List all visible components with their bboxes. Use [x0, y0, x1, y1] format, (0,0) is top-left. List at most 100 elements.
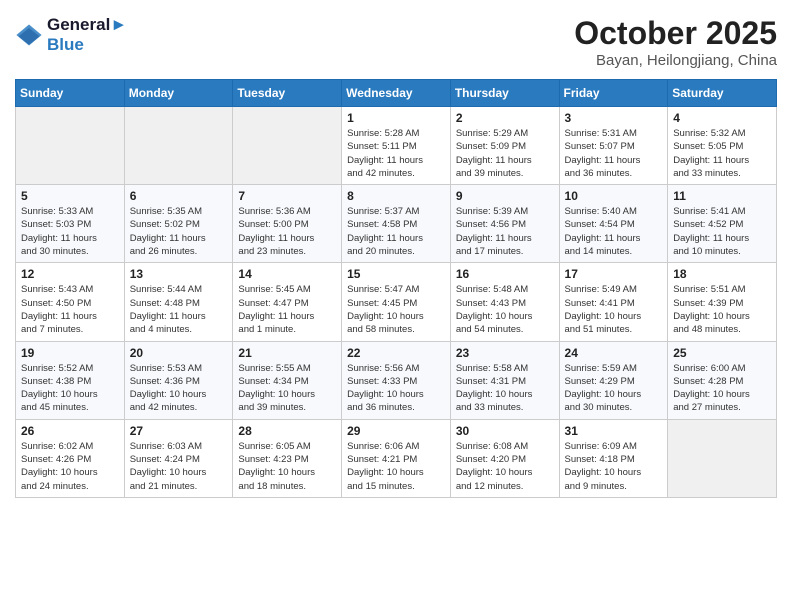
calendar-cell: 19 Sunrise: 5:52 AM Sunset: 4:38 PM Dayli… [16, 341, 125, 419]
calendar-cell: 9Sunrise: 5:39 AM Sunset: 4:56 PM Daylig… [450, 185, 559, 263]
title-area: October 2025 Bayan, Heilongjiang, China [574, 15, 777, 69]
day-header-saturday: Saturday [668, 80, 777, 107]
day-number: 16 [456, 267, 554, 281]
day-info: Sunrise: 5:28 AM Sunset: 5:11 PM Dayligh… [347, 127, 445, 180]
calendar-cell: 17 Sunrise: 5:49 AM Sunset: 4:41 PM Dayli… [559, 263, 668, 341]
day-number: 3 [565, 111, 663, 125]
day-number: 29 [347, 424, 445, 438]
day-number: 23 [456, 346, 554, 360]
day-info: Sunrise: 6:08 AM Sunset: 4:20 PM Dayligh… [456, 440, 554, 493]
day-number: 6 [130, 189, 228, 203]
day-info: Sunrise: 6:00 AM Sunset: 4:28 PM Dayligh… [673, 362, 771, 415]
day-number: 10 [565, 189, 663, 203]
calendar-cell [233, 107, 342, 185]
day-number: 4 [673, 111, 771, 125]
day-info: Sunrise: 5:47 AM Sunset: 4:45 PM Dayligh… [347, 283, 445, 336]
day-number: 8 [347, 189, 445, 203]
day-number: 9 [456, 189, 554, 203]
calendar-cell: 27 Sunrise: 6:03 AM Sunset: 4:24 PM Dayli… [124, 419, 233, 497]
day-number: 27 [130, 424, 228, 438]
calendar-cell: 4 Sunrise: 5:32 AM Sunset: 5:05 PM Daylig… [668, 107, 777, 185]
calendar-cell: 3 Sunrise: 5:31 AM Sunset: 5:07 PM Daylig… [559, 107, 668, 185]
day-number: 13 [130, 267, 228, 281]
day-number: 17 [565, 267, 663, 281]
day-info: Sunrise: 5:49 AM Sunset: 4:41 PM Dayligh… [565, 283, 663, 336]
day-info: Sunrise: 6:09 AM Sunset: 4:18 PM Dayligh… [565, 440, 663, 493]
calendar-cell: 24 Sunrise: 5:59 AM Sunset: 4:29 PM Dayli… [559, 341, 668, 419]
day-info: Sunrise: 5:37 AM Sunset: 4:58 PM Dayligh… [347, 205, 445, 258]
day-number: 28 [238, 424, 336, 438]
week-row-5: 26 Sunrise: 6:02 AM Sunset: 4:26 PM Dayli… [16, 419, 777, 497]
day-number: 24 [565, 346, 663, 360]
calendar-cell: 8 Sunrise: 5:37 AM Sunset: 4:58 PM Daylig… [342, 185, 451, 263]
day-info: Sunrise: 6:03 AM Sunset: 4:24 PM Dayligh… [130, 440, 228, 493]
day-number: 22 [347, 346, 445, 360]
calendar-body: 1 Sunrise: 5:28 AM Sunset: 5:11 PM Daylig… [16, 107, 777, 498]
logo-icon [15, 21, 43, 49]
calendar-cell: 7 Sunrise: 5:36 AM Sunset: 5:00 PM Daylig… [233, 185, 342, 263]
calendar-cell: 26 Sunrise: 6:02 AM Sunset: 4:26 PM Dayli… [16, 419, 125, 497]
day-info: Sunrise: 5:32 AM Sunset: 5:05 PM Dayligh… [673, 127, 771, 180]
day-info: Sunrise: 6:05 AM Sunset: 4:23 PM Dayligh… [238, 440, 336, 493]
day-info: Sunrise: 6:02 AM Sunset: 4:26 PM Dayligh… [21, 440, 119, 493]
day-number: 14 [238, 267, 336, 281]
day-info: Sunrise: 5:33 AM Sunset: 5:03 PM Dayligh… [21, 205, 119, 258]
calendar-cell: 20Sunrise: 5:53 AM Sunset: 4:36 PM Dayli… [124, 341, 233, 419]
calendar-cell: 5 Sunrise: 5:33 AM Sunset: 5:03 PM Daylig… [16, 185, 125, 263]
day-info: Sunrise: 5:52 AM Sunset: 4:38 PM Dayligh… [21, 362, 119, 415]
day-info: Sunrise: 5:40 AM Sunset: 4:54 PM Dayligh… [565, 205, 663, 258]
day-info: Sunrise: 5:48 AM Sunset: 4:43 PM Dayligh… [456, 283, 554, 336]
calendar-cell: 14 Sunrise: 5:45 AM Sunset: 4:47 PM Dayli… [233, 263, 342, 341]
calendar-cell: 29Sunrise: 6:06 AM Sunset: 4:21 PM Dayli… [342, 419, 451, 497]
calendar-cell: 13Sunrise: 5:44 AM Sunset: 4:48 PM Dayli… [124, 263, 233, 341]
day-number: 15 [347, 267, 445, 281]
day-info: Sunrise: 5:59 AM Sunset: 4:29 PM Dayligh… [565, 362, 663, 415]
day-info: Sunrise: 5:51 AM Sunset: 4:39 PM Dayligh… [673, 283, 771, 336]
week-row-2: 5 Sunrise: 5:33 AM Sunset: 5:03 PM Daylig… [16, 185, 777, 263]
location-subtitle: Bayan, Heilongjiang, China [574, 52, 777, 69]
day-number: 5 [21, 189, 119, 203]
calendar-cell: 28 Sunrise: 6:05 AM Sunset: 4:23 PM Dayli… [233, 419, 342, 497]
day-info: Sunrise: 5:55 AM Sunset: 4:34 PM Dayligh… [238, 362, 336, 415]
week-row-4: 19 Sunrise: 5:52 AM Sunset: 4:38 PM Dayli… [16, 341, 777, 419]
day-header-wednesday: Wednesday [342, 80, 451, 107]
calendar-cell: 12Sunrise: 5:43 AM Sunset: 4:50 PM Dayli… [16, 263, 125, 341]
calendar-cell: 30 Sunrise: 6:08 AM Sunset: 4:20 PM Dayli… [450, 419, 559, 497]
day-header-thursday: Thursday [450, 80, 559, 107]
day-header-friday: Friday [559, 80, 668, 107]
calendar-cell: 31 Sunrise: 6:09 AM Sunset: 4:18 PM Dayli… [559, 419, 668, 497]
logo-text: General► Blue [47, 15, 127, 55]
day-number: 26 [21, 424, 119, 438]
calendar-cell: 23Sunrise: 5:58 AM Sunset: 4:31 PM Dayli… [450, 341, 559, 419]
week-row-3: 12Sunrise: 5:43 AM Sunset: 4:50 PM Dayli… [16, 263, 777, 341]
day-number: 25 [673, 346, 771, 360]
day-info: Sunrise: 5:31 AM Sunset: 5:07 PM Dayligh… [565, 127, 663, 180]
calendar-cell: 2Sunrise: 5:29 AM Sunset: 5:09 PM Daylig… [450, 107, 559, 185]
day-header-tuesday: Tuesday [233, 80, 342, 107]
day-info: Sunrise: 5:41 AM Sunset: 4:52 PM Dayligh… [673, 205, 771, 258]
day-number: 21 [238, 346, 336, 360]
calendar-cell: 22Sunrise: 5:56 AM Sunset: 4:33 PM Dayli… [342, 341, 451, 419]
calendar-cell: 21 Sunrise: 5:55 AM Sunset: 4:34 PM Dayli… [233, 341, 342, 419]
calendar-cell: 16 Sunrise: 5:48 AM Sunset: 4:43 PM Dayli… [450, 263, 559, 341]
calendar-cell: 10 Sunrise: 5:40 AM Sunset: 4:54 PM Dayli… [559, 185, 668, 263]
day-number: 19 [21, 346, 119, 360]
day-info: Sunrise: 5:45 AM Sunset: 4:47 PM Dayligh… [238, 283, 336, 336]
calendar-cell: 1 Sunrise: 5:28 AM Sunset: 5:11 PM Daylig… [342, 107, 451, 185]
day-number: 2 [456, 111, 554, 125]
day-number: 7 [238, 189, 336, 203]
day-number: 31 [565, 424, 663, 438]
day-number: 18 [673, 267, 771, 281]
calendar-cell: 6Sunrise: 5:35 AM Sunset: 5:02 PM Daylig… [124, 185, 233, 263]
day-number: 11 [673, 189, 771, 203]
day-info: Sunrise: 5:36 AM Sunset: 5:00 PM Dayligh… [238, 205, 336, 258]
calendar-cell: 18 Sunrise: 5:51 AM Sunset: 4:39 PM Dayli… [668, 263, 777, 341]
day-number: 30 [456, 424, 554, 438]
day-header-sunday: Sunday [16, 80, 125, 107]
day-number: 1 [347, 111, 445, 125]
logo: General► Blue [15, 15, 127, 55]
days-header-row: SundayMondayTuesdayWednesdayThursdayFrid… [16, 80, 777, 107]
month-title: October 2025 [574, 15, 777, 52]
calendar-cell: 11 Sunrise: 5:41 AM Sunset: 4:52 PM Dayli… [668, 185, 777, 263]
day-number: 20 [130, 346, 228, 360]
